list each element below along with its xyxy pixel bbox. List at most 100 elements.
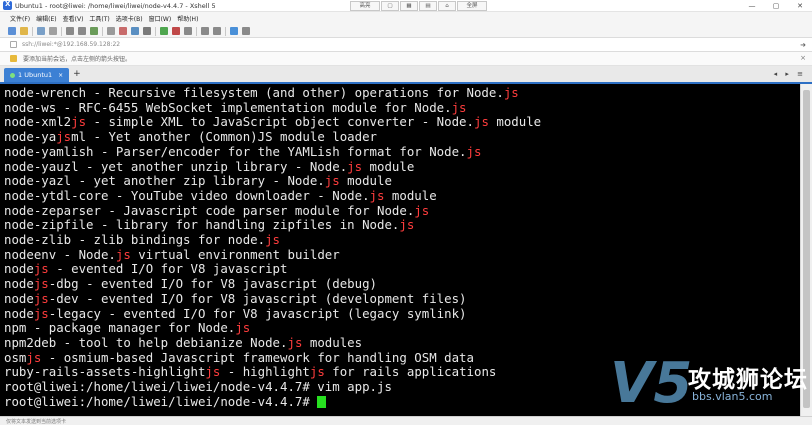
terminal-prompt-line[interactable]: root@liwei:/home/liwei/liwei/node-v4.4.7…: [4, 394, 800, 410]
highlighted-match: js: [399, 217, 415, 233]
terminal-text: - simple XML to JavaScript object conver…: [86, 114, 474, 130]
highlight-button[interactable]: 高亮: [350, 1, 380, 11]
menu-view[interactable]: 查看(V): [63, 14, 84, 23]
terminal-text: module: [339, 173, 392, 189]
tab-bar: 1 Ubuntu1 × + ◂ ▸ ≡: [0, 66, 812, 84]
script-icon[interactable]: [201, 27, 209, 35]
terminal-line: node-zeparser - Javascript code parser m…: [4, 202, 800, 219]
terminal-line: node-ytdl-core - YouTube video downloade…: [4, 187, 800, 204]
highlighted-match: js: [369, 187, 385, 203]
terminal-line: node-xml2js - simple XML to JavaScript o…: [4, 115, 800, 130]
terminal-text: ml - Yet another (Common)JS module loade…: [71, 129, 377, 145]
terminal-text: root@liwei:/home/liwei/liwei/node-v4.4.7…: [4, 379, 392, 395]
terminal-text: ruby-rails-assets-highlight: [4, 364, 206, 380]
terminal-text: node-ytdl-core - YouTube video downloade…: [4, 187, 370, 203]
terminal-line: node-yauzl - yet another unzip library -…: [4, 158, 800, 175]
toolbar-divider: [61, 26, 62, 36]
highlighted-match: js: [26, 349, 42, 365]
fullscreen-button[interactable]: 全屏: [457, 1, 487, 11]
scrollbar-thumb[interactable]: [803, 90, 810, 408]
terminal-scrollbar[interactable]: [800, 84, 812, 416]
menu-tabs[interactable]: 选项卡(B): [116, 14, 143, 23]
toolbar-divider: [32, 26, 33, 36]
maximize-button[interactable]: ▢: [764, 0, 788, 12]
record-icon[interactable]: [172, 27, 180, 35]
help-icon[interactable]: [230, 27, 238, 35]
menu-help[interactable]: 帮助(H): [177, 14, 198, 23]
globe-icon[interactable]: [131, 27, 139, 35]
close-button[interactable]: ✕: [788, 0, 812, 12]
terminal-cursor: [317, 395, 327, 408]
session-hint-bar: 要添加当前会话，点击左侧的箭头按钮。 ×: [0, 52, 812, 66]
home-icon[interactable]: ⌂: [438, 1, 456, 11]
terminal-text: module: [488, 114, 542, 130]
highlighted-match: js: [33, 305, 49, 321]
layout-split-button[interactable]: ▦: [400, 1, 418, 11]
highlighted-match: js: [33, 261, 49, 277]
terminal-line: nodeenv - Node.js virtual environment bu…: [4, 246, 800, 263]
terminal-text: node-ws - RFC-6455 WebSocket implementat…: [4, 99, 452, 115]
terminal-text: modules: [302, 334, 363, 350]
info-icon: [10, 55, 17, 62]
highlighted-match: js: [235, 320, 251, 336]
menu-file[interactable]: 文件(F): [10, 14, 30, 23]
terminal-text: osm: [4, 349, 27, 365]
highlighted-match: js: [56, 129, 72, 145]
terminal-text: -dev - evented I/O for V8 javascript (de…: [48, 290, 467, 306]
layout-icon[interactable]: [242, 27, 250, 35]
highlighted-match: js: [451, 99, 467, 115]
paste-icon[interactable]: [78, 27, 86, 35]
terminal-text: npm2deb - tool to help debianize Node.: [4, 334, 288, 350]
terminal-text: node-yazl - yet another zip library - No…: [4, 173, 325, 189]
highlighted-match: js: [33, 290, 49, 306]
terminal-text: node-zlib - zlib bindings for node.: [4, 232, 266, 248]
copy-icon[interactable]: [66, 27, 74, 35]
terminal-text: -dbg - evented I/O for V8 javascript (de…: [48, 276, 377, 292]
menu-bar: 文件(F) 编辑(E) 查看(V) 工具(T) 选项卡(B) 窗口(W) 帮助(…: [0, 12, 812, 25]
transfer-icon[interactable]: [119, 27, 127, 35]
toolbar-divider: [225, 26, 226, 36]
highlighted-match: js: [414, 202, 430, 218]
terminal-text: module: [362, 158, 415, 174]
center-toolbar: 高亮 ▢ ▦ ▤ ⌂ 全屏: [350, 1, 488, 11]
hint-text: 要添加当前会话，点击左侧的箭头按钮。: [23, 56, 132, 63]
layout-single-button[interactable]: ▢: [381, 1, 399, 11]
address-go-arrow-icon[interactable]: ➜: [800, 41, 806, 49]
new-session-icon[interactable]: [8, 27, 16, 35]
font-icon[interactable]: [213, 27, 221, 35]
layout-sidebar-button[interactable]: ▤: [419, 1, 437, 11]
print-icon[interactable]: [107, 27, 115, 35]
terminal-text: module: [384, 187, 437, 203]
tab-navigation[interactable]: ◂ ▸ ≡: [774, 70, 806, 78]
terminal-line: node-yazl - yet another zip library - No…: [4, 173, 800, 189]
open-folder-icon[interactable]: [20, 27, 28, 35]
title-bar: Ubuntu1 - root@liwei: /home/liwei/liwei/…: [0, 0, 812, 12]
address-text: ssh://liwei:*@192.168.59.128:22: [22, 41, 121, 48]
terminal-text: node: [4, 261, 34, 277]
tab-ubuntu1[interactable]: 1 Ubuntu1 ×: [4, 68, 70, 82]
status-bar: 仅将文本发送到当前选项卡: [0, 416, 812, 425]
window-controls: — ▢ ✕: [740, 0, 812, 12]
menu-tools[interactable]: 工具(T): [89, 14, 109, 23]
terminal-text: - evented I/O for V8 javascript: [48, 261, 288, 277]
terminal-line: node-yamlish - Parser/encoder for the YA…: [4, 143, 800, 160]
highlighted-match: js: [115, 246, 131, 262]
tab-close-icon[interactable]: ×: [58, 72, 63, 79]
menu-edit[interactable]: 编辑(E): [36, 14, 56, 23]
xftp-icon[interactable]: [160, 27, 168, 35]
find-icon[interactable]: [90, 27, 98, 35]
disconnect-icon[interactable]: [49, 27, 57, 35]
terminal-text: node-yamlish - Parser/encoder for the YA…: [4, 143, 467, 159]
menu-window[interactable]: 窗口(W): [149, 14, 172, 23]
minimize-button[interactable]: —: [740, 0, 764, 12]
connect-icon[interactable]: [37, 27, 45, 35]
terminal-line: nodejs-dbg - evented I/O for V8 javascri…: [4, 276, 800, 292]
lock-icon[interactable]: [184, 27, 192, 35]
address-bar[interactable]: ssh://liwei:*@192.168.59.128:22 ➜: [0, 38, 812, 52]
connected-status-icon: [10, 72, 15, 78]
terminal-text: node-yauzl - yet another unzip library -…: [4, 158, 348, 174]
add-tab-button[interactable]: +: [73, 69, 81, 79]
hint-close-icon[interactable]: ×: [800, 54, 806, 62]
keymap-icon[interactable]: [143, 27, 151, 35]
terminal-output[interactable]: node-wrench - Recursive filesystem (and …: [0, 84, 800, 416]
